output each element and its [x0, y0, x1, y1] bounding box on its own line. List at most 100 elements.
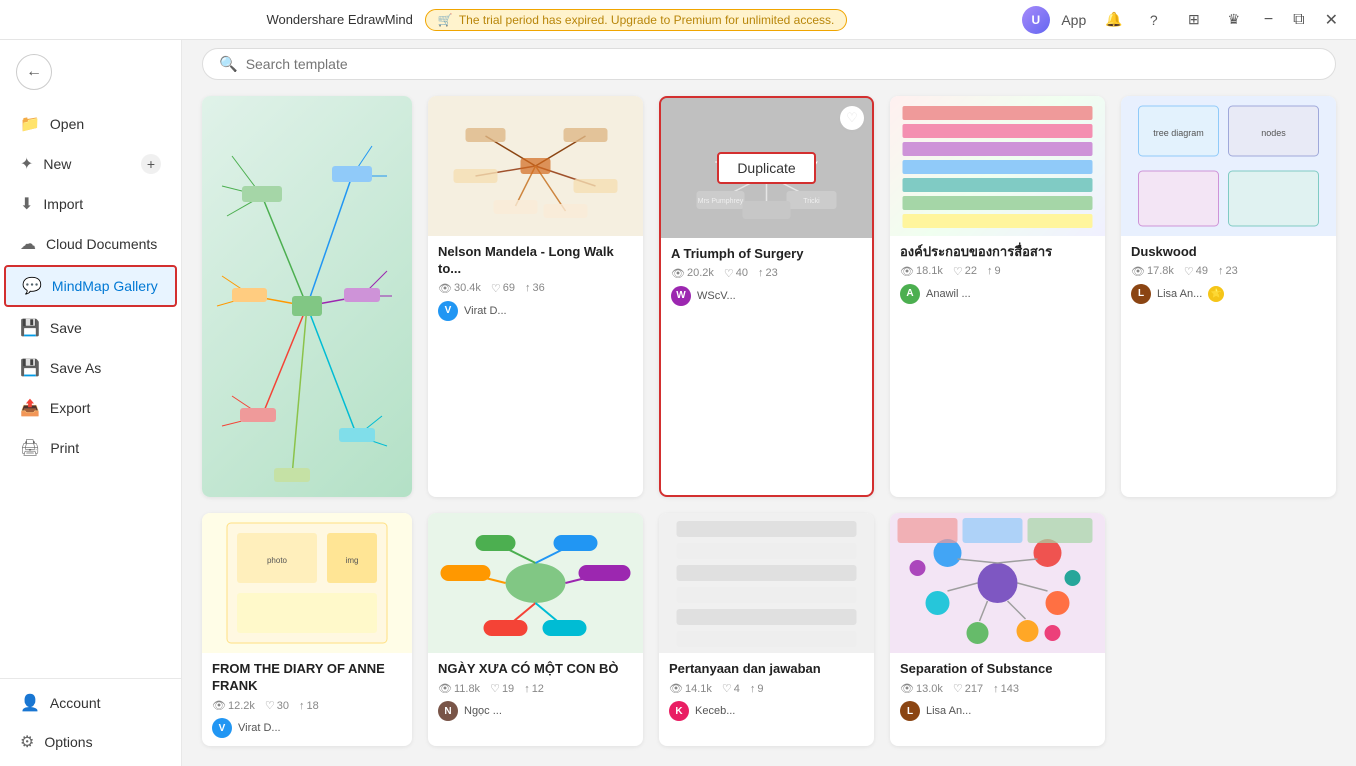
- search-bar: 🔍: [182, 40, 1356, 88]
- sidebar-item-cloud[interactable]: ☁ Cloud Documents: [4, 225, 177, 263]
- app-button[interactable]: App: [1058, 4, 1090, 36]
- sidebar-item-mindmap[interactable]: 💬 MindMap Gallery: [4, 265, 177, 307]
- card-info-surgery: A Triumph of Surgery 👁 20.2k ♡ 40 ↑ 23 W…: [661, 238, 872, 314]
- close-button[interactable]: ✕: [1319, 10, 1344, 30]
- card-ngay[interactable]: NGÀY XƯA CÓ MỘT CON BÒ 👁 11.8k ♡ 19 ↑ 12…: [428, 513, 643, 746]
- author-name-diary: Virat D...: [238, 722, 281, 734]
- duplicate-overlay: Duplicate: [661, 98, 872, 238]
- options-icon: ⚙: [20, 732, 34, 752]
- main-layout: ← 📁 Open ✦ New + ⬇ Import ☁ Cloud Docume…: [0, 40, 1356, 766]
- card-thumb-separation: [890, 513, 1105, 653]
- search-input-wrap[interactable]: 🔍: [202, 48, 1336, 80]
- svg-text:photo: photo: [267, 556, 288, 565]
- card-surgery[interactable]: TRIUMPH OF SURGERY Mrs Pumphrey Tricki ♡…: [659, 96, 874, 497]
- card-thumb-diary: photo img: [202, 513, 412, 653]
- card-title-ngay: NGÀY XƯA CÓ MỘT CON BÒ: [438, 661, 633, 678]
- author-name-org: Anawil ...: [926, 288, 971, 300]
- crown-icon[interactable]: ♛: [1218, 4, 1250, 36]
- card-thumb-nelson: [428, 96, 643, 236]
- author-name-ngay: Ngọc ...: [464, 705, 502, 717]
- sidebar-item-save-as[interactable]: 💾 Save As: [4, 349, 177, 387]
- sidebar-item-account[interactable]: 👤 Account: [4, 684, 177, 722]
- sidebar-mindmap-label: MindMap Gallery: [52, 278, 158, 294]
- card-stats-diary: 👁 12.2k ♡ 30 ↑ 18: [212, 699, 402, 712]
- card-org[interactable]: องค์ประกอบของการสื่อสาร 👁 18.1k ♡ 22 ↑ 9…: [890, 96, 1105, 497]
- sidebar-item-new[interactable]: ✦ New +: [4, 145, 177, 183]
- author-avatar-separation: L: [900, 701, 920, 721]
- grid-icon[interactable]: ⊞: [1178, 4, 1210, 36]
- card-title-separation: Separation of Substance: [900, 661, 1095, 678]
- titlebar-actions: U App 🔔 ? ⊞ ♛ − ⧉ ✕: [1022, 4, 1344, 36]
- card-author-pertanyaan: K Keceb...: [669, 701, 864, 721]
- user-avatar[interactable]: U: [1022, 6, 1050, 34]
- card-info-org: องค์ประกอบของการสื่อสาร 👁 18.1k ♡ 22 ↑ 9…: [890, 236, 1105, 312]
- card-thumb-surgery: TRIUMPH OF SURGERY Mrs Pumphrey Tricki ♡…: [661, 98, 872, 238]
- cart-icon: 🛒: [438, 13, 453, 27]
- cloud-icon: ☁: [20, 234, 36, 254]
- card-stats-org: 👁 18.1k ♡ 22 ↑ 9: [900, 265, 1095, 278]
- card-info-separation: Separation of Substance 👁 13.0k ♡ 217 ↑ …: [890, 653, 1105, 729]
- save-as-icon: 💾: [20, 358, 40, 378]
- premium-badge-duskwood: ⭐: [1208, 286, 1224, 302]
- card-thumb-minecraft: [202, 96, 412, 497]
- sidebar-item-open[interactable]: 📁 Open: [4, 105, 177, 143]
- save-icon: 💾: [20, 318, 40, 338]
- trial-banner[interactable]: 🛒 The trial period has expired. Upgrade …: [425, 9, 847, 31]
- back-button[interactable]: ←: [16, 54, 52, 90]
- card-stats-separation: 👁 13.0k ♡ 217 ↑ 143: [900, 682, 1095, 695]
- sidebar-export-label: Export: [50, 400, 90, 416]
- search-input[interactable]: [246, 56, 1319, 72]
- card-thumb-ngay: [428, 513, 643, 653]
- card-author-diary: V Virat D...: [212, 718, 402, 738]
- titlebar: Wondershare EdrawMind 🛒 The trial period…: [0, 0, 1356, 40]
- card-minecraft[interactable]: Minecraft - Chest Sorting Categories 👁 6…: [202, 96, 412, 497]
- card-title-nelson: Nelson Mandela - Long Walk to...: [438, 244, 633, 278]
- new-plus-icon[interactable]: +: [141, 154, 161, 174]
- help-icon[interactable]: ?: [1138, 4, 1170, 36]
- search-icon: 🔍: [219, 55, 238, 73]
- card-thumb-duskwood: tree diagram nodes: [1121, 96, 1336, 236]
- card-stats-ngay: 👁 11.8k ♡ 19 ↑ 12: [438, 682, 633, 695]
- author-name-nelson: Virat D...: [464, 305, 507, 317]
- card-title-surgery: A Triumph of Surgery: [671, 246, 862, 263]
- sidebar-cloud-label: Cloud Documents: [46, 236, 157, 252]
- card-duskwood[interactable]: tree diagram nodes Duskwood 👁 17.8k ♡ 49…: [1121, 96, 1336, 497]
- card-stats-pertanyaan: 👁 14.1k ♡ 4 ↑ 9: [669, 682, 864, 695]
- sidebar-options-label: Options: [44, 734, 92, 750]
- titlebar-center: Wondershare EdrawMind 🛒 The trial period…: [92, 9, 1022, 31]
- sidebar-item-options[interactable]: ⚙ Options: [4, 723, 177, 761]
- export-icon: 📤: [20, 398, 40, 418]
- card-title-pertanyaan: Pertanyaan dan jawaban: [669, 661, 864, 678]
- author-name-duskwood: Lisa An...: [1157, 288, 1202, 300]
- svg-text:img: img: [346, 556, 359, 565]
- new-icon: ✦: [20, 154, 33, 174]
- card-info-ngay: NGÀY XƯA CÓ MỘT CON BÒ 👁 11.8k ♡ 19 ↑ 12…: [428, 653, 643, 729]
- sidebar-account-label: Account: [50, 695, 101, 711]
- author-name-surgery: WScV...: [697, 290, 736, 302]
- duplicate-button[interactable]: Duplicate: [717, 152, 815, 184]
- card-info-pertanyaan: Pertanyaan dan jawaban 👁 14.1k ♡ 4 ↑ 9 K…: [659, 653, 874, 729]
- gallery: Minecraft - Chest Sorting Categories 👁 6…: [182, 88, 1356, 766]
- author-avatar-diary: V: [212, 718, 232, 738]
- sidebar-item-print[interactable]: 🖨 Print: [4, 429, 177, 467]
- card-author-duskwood: L Lisa An... ⭐: [1131, 284, 1326, 304]
- card-thumb-org: [890, 96, 1105, 236]
- import-icon: ⬇: [20, 194, 33, 214]
- sidebar-item-import[interactable]: ⬇ Import: [4, 185, 177, 223]
- restore-button[interactable]: ⧉: [1287, 11, 1310, 29]
- sidebar-item-export[interactable]: 📤 Export: [4, 389, 177, 427]
- card-info-nelson: Nelson Mandela - Long Walk to... 👁 30.4k…: [428, 236, 643, 329]
- card-author-surgery: W WScV...: [671, 286, 862, 306]
- card-separation[interactable]: Separation of Substance 👁 13.0k ♡ 217 ↑ …: [890, 513, 1105, 746]
- card-author-ngay: N Ngọc ...: [438, 701, 633, 721]
- card-diary[interactable]: photo img FROM THE DIARY OF ANNE FRANK 👁…: [202, 513, 412, 746]
- content-area: 🔍: [182, 40, 1356, 766]
- minimize-button[interactable]: −: [1258, 11, 1279, 29]
- card-thumb-pertanyaan: [659, 513, 874, 653]
- card-nelson[interactable]: Nelson Mandela - Long Walk to... 👁 30.4k…: [428, 96, 643, 497]
- card-pertanyaan[interactable]: Pertanyaan dan jawaban 👁 14.1k ♡ 4 ↑ 9 K…: [659, 513, 874, 746]
- sidebar-back: ←: [0, 40, 181, 104]
- sidebar-item-save[interactable]: 💾 Save: [4, 309, 177, 347]
- notification-icon[interactable]: 🔔: [1098, 4, 1130, 36]
- sidebar: ← 📁 Open ✦ New + ⬇ Import ☁ Cloud Docume…: [0, 40, 182, 766]
